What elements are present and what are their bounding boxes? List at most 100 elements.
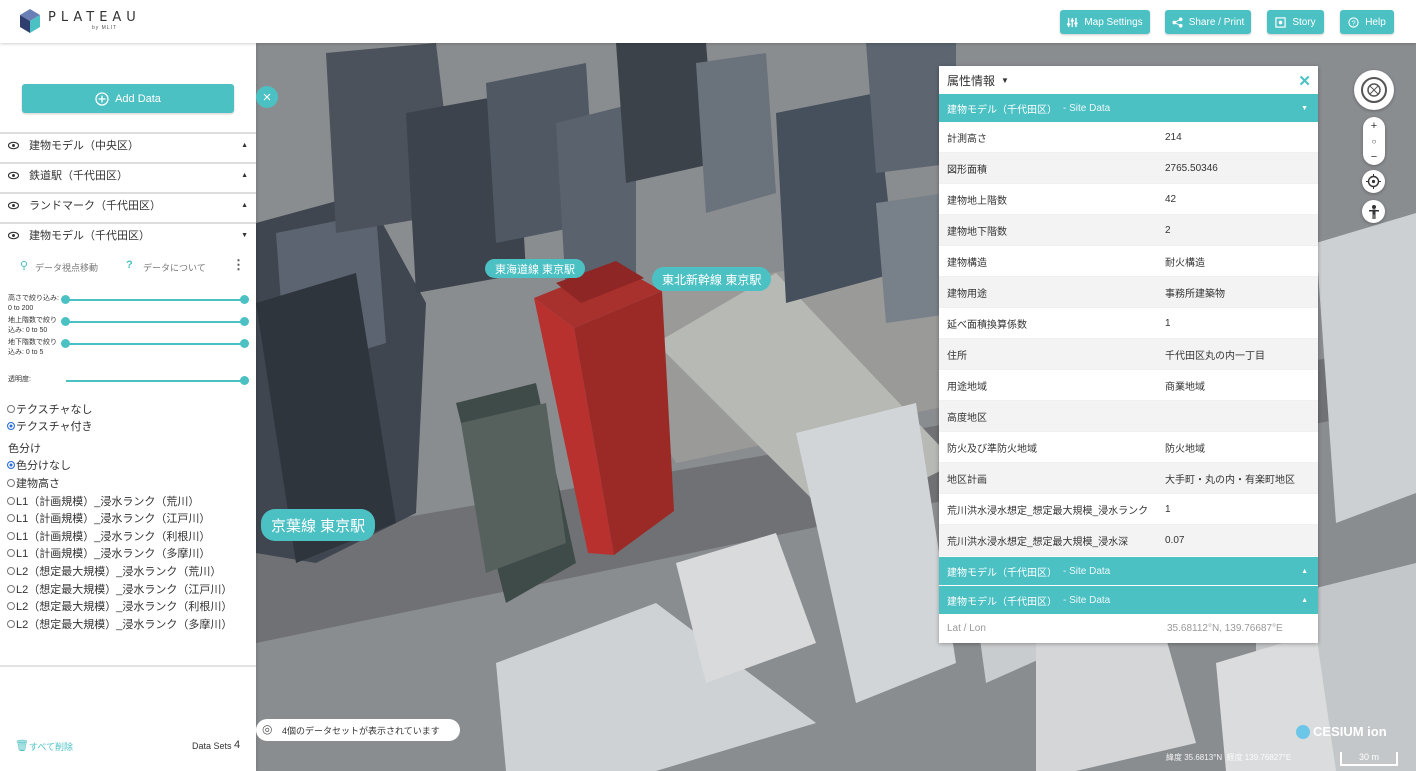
zoom-in-icon[interactable]: + bbox=[1371, 120, 1377, 132]
story-button[interactable]: Story bbox=[1267, 10, 1324, 34]
expand-caret-icon[interactable]: ▲ bbox=[1301, 597, 1308, 604]
slider-handle-max[interactable] bbox=[240, 339, 249, 348]
collapse-caret-icon[interactable]: ▼ bbox=[1301, 105, 1308, 112]
color-option-radio[interactable]: L1（計画規模）_浸水ランク（荒川） bbox=[7, 493, 199, 509]
story-icon bbox=[1275, 16, 1287, 28]
add-data-label: Add Data bbox=[115, 92, 161, 105]
color-option-radio[interactable]: L1（計画規模）_浸水ランク（多摩川） bbox=[7, 545, 210, 561]
texture-on-radio[interactable]: テクスチャ付き bbox=[7, 418, 93, 434]
texture-none-radio[interactable]: テクスチャなし bbox=[7, 401, 93, 417]
basement-filter-slider[interactable] bbox=[66, 343, 244, 345]
color-option-radio[interactable]: L2（想定最大規模）_浸水ランク（荒川） bbox=[7, 563, 221, 579]
opacity-handle[interactable] bbox=[240, 376, 249, 385]
eye-icon[interactable] bbox=[8, 200, 19, 211]
radio-icon[interactable] bbox=[7, 405, 15, 413]
map-label-tohoku[interactable]: 東北新幹線 東京駅 bbox=[652, 267, 772, 291]
layer-item[interactable]: 建物モデル（千代田区） ▼ bbox=[0, 222, 256, 246]
map-label-tokaido[interactable]: 東海道線 東京駅 bbox=[485, 259, 586, 278]
color-option-radio[interactable]: L2（想定最大規模）_浸水ランク（多摩川） bbox=[7, 616, 232, 632]
color-option-radio[interactable]: L1（計画規模）_浸水ランク（利根川） bbox=[7, 528, 210, 544]
opacity-slider[interactable] bbox=[66, 380, 244, 382]
radio-selected-icon[interactable] bbox=[7, 461, 15, 469]
color-heading: 色分け bbox=[8, 443, 41, 455]
layer-title: 鉄道駅（千代田区） bbox=[29, 170, 128, 182]
table-row: 荒川洪水浸水想定_想定最大規模_浸水ランク 1 bbox=[939, 494, 1318, 525]
map-settings-label: Map Settings bbox=[1084, 16, 1143, 28]
dropdown-caret-icon[interactable]: ▼ bbox=[1001, 76, 1009, 85]
dataset-status-pill: ◎ 4個のデータセットが表示されています bbox=[256, 719, 460, 741]
floors-filter-label: 地上階数で絞り 込み: 0 to 50 bbox=[8, 317, 57, 334]
layer-item[interactable]: ランドマーク（千代田区） ▲ bbox=[0, 192, 256, 216]
close-icon[interactable]: ✕ bbox=[1298, 72, 1311, 90]
feature-section-header[interactable]: 建物モデル（千代田区） - Site Data ▼ bbox=[939, 94, 1318, 122]
slider-handle-min[interactable] bbox=[61, 295, 70, 304]
radio-selected-icon[interactable] bbox=[7, 422, 15, 430]
location-pin-icon[interactable]: ⚲ bbox=[20, 259, 28, 272]
eye-icon[interactable] bbox=[8, 140, 19, 151]
color-option-radio[interactable]: 色分けなし bbox=[7, 457, 71, 473]
layer-item[interactable]: 鉄道駅（千代田区） ▲ bbox=[0, 162, 256, 186]
zoom-control: + ○ − bbox=[1363, 117, 1385, 165]
radio-icon[interactable] bbox=[7, 567, 15, 575]
height-filter-label: 高さで絞り込み: 0 to 200 bbox=[8, 295, 59, 312]
opacity-label: 透明度: bbox=[8, 376, 31, 383]
floors-filter-slider[interactable] bbox=[66, 321, 244, 323]
map-settings-button[interactable]: Map Settings bbox=[1060, 10, 1150, 34]
sidebar-footer: 🗑 すべて削除 Data Sets 4 bbox=[0, 737, 256, 759]
collapse-arrow-icon[interactable]: ▲ bbox=[241, 172, 248, 179]
radio-icon[interactable] bbox=[7, 585, 15, 593]
slider-handle-min[interactable] bbox=[61, 317, 70, 326]
person-icon bbox=[1368, 204, 1379, 219]
feature-info-header: 属性情報 ▼ ✕ bbox=[939, 66, 1318, 94]
expand-arrow-icon[interactable]: ▼ bbox=[241, 232, 248, 239]
expand-caret-icon[interactable]: ▲ bbox=[1301, 568, 1308, 575]
radio-icon[interactable] bbox=[7, 620, 15, 628]
help-icon: ? bbox=[1348, 16, 1359, 28]
slider-handle-max[interactable] bbox=[240, 317, 249, 326]
delete-all-link[interactable]: すべて削除 bbox=[29, 740, 73, 753]
feature-section-header-collapsed[interactable]: 建物モデル（千代田区） - Site Data ▲ bbox=[939, 557, 1318, 585]
color-option-radio[interactable]: L2（想定最大規模）_浸水ランク（江戸川） bbox=[7, 581, 232, 597]
layer-item[interactable]: 建物モデル（中央区） ▲ bbox=[0, 132, 256, 156]
table-row: 高度地区 bbox=[939, 401, 1318, 432]
cesium-ion-logo[interactable]: CESIUM ion bbox=[1296, 724, 1387, 739]
compass-control[interactable] bbox=[1354, 70, 1394, 110]
zoom-reset-icon[interactable]: ○ bbox=[1372, 137, 1377, 146]
radio-icon[interactable] bbox=[7, 479, 15, 487]
trash-icon[interactable]: 🗑 bbox=[15, 739, 29, 752]
question-icon[interactable]: ? bbox=[126, 259, 133, 271]
radio-icon[interactable] bbox=[7, 497, 15, 505]
close-sidebar-button[interactable]: × bbox=[256, 86, 278, 108]
eye-icon[interactable] bbox=[8, 170, 19, 181]
zoom-out-icon[interactable]: − bbox=[1371, 151, 1377, 163]
height-filter-slider[interactable] bbox=[66, 299, 244, 301]
scale-bar: 30 m bbox=[1340, 752, 1398, 766]
color-option-radio[interactable]: 建物高さ bbox=[7, 475, 60, 491]
plateau-logo[interactable]: PLATEAU by MLIT bbox=[20, 9, 141, 33]
collapse-arrow-icon[interactable]: ▲ bbox=[241, 202, 248, 209]
lat-lon-row: Lat / Lon 35.68112°N, 139.76687°E bbox=[939, 614, 1318, 643]
feature-section-header-collapsed[interactable]: 建物モデル（千代田区） - Site Data ▲ bbox=[939, 586, 1318, 614]
color-option-radio[interactable]: L2（想定最大規模）_浸水ランク（利根川） bbox=[7, 598, 232, 614]
move-view-link[interactable]: データ視点移動 bbox=[35, 261, 98, 274]
eye-icon[interactable] bbox=[8, 230, 19, 241]
help-button[interactable]: ? Help bbox=[1340, 10, 1394, 34]
pedestrian-mode-button[interactable] bbox=[1362, 200, 1385, 223]
radio-icon[interactable] bbox=[7, 514, 15, 522]
map-label-keiyo[interactable]: 京葉線 東京駅 bbox=[261, 509, 376, 541]
cesium-icon bbox=[1296, 724, 1310, 739]
close-icon: × bbox=[262, 88, 272, 106]
slider-handle-min[interactable] bbox=[61, 339, 70, 348]
radio-icon[interactable] bbox=[7, 532, 15, 540]
color-option-radio[interactable]: L1（計画規模）_浸水ランク（江戸川） bbox=[7, 510, 210, 526]
radio-icon[interactable] bbox=[7, 602, 15, 610]
table-row: 住所 千代田区丸の内一丁目 bbox=[939, 339, 1318, 370]
add-data-button[interactable]: Add Data bbox=[22, 84, 234, 113]
more-vertical-icon[interactable]: ⋮ bbox=[232, 257, 245, 273]
slider-handle-max[interactable] bbox=[240, 295, 249, 304]
collapse-arrow-icon[interactable]: ▲ bbox=[241, 142, 248, 149]
share-print-button[interactable]: Share / Print bbox=[1165, 10, 1251, 34]
about-data-link[interactable]: データについて bbox=[143, 261, 206, 274]
radio-icon[interactable] bbox=[7, 549, 15, 557]
my-location-button[interactable] bbox=[1362, 170, 1385, 193]
